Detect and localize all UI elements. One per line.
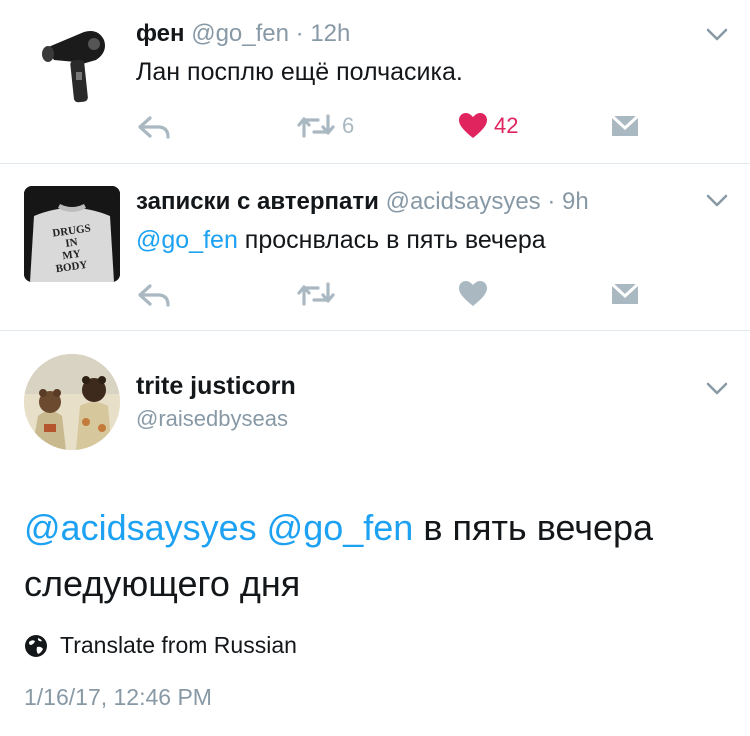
avatar[interactable] [24,14,120,110]
tweet-2[interactable]: DRUGS IN MY BODY записки с автерпати @ac… [0,164,750,330]
detail-text-line2: следующего дня [24,563,301,604]
tweet-timestamp: 1/16/17, 12:46 PM [24,684,212,710]
retweet-button[interactable]: 6 [296,110,354,142]
tweet-text: Лан посплю ещё полчасика. [136,58,463,86]
tweet-text-content: проснвлась в пять вечера [244,226,546,254]
tweet-header: фен @go_fen · 12h [136,20,350,48]
display-name[interactable]: фен [136,20,185,47]
globe-icon [25,634,47,657]
detail-tweet-text: @acidsaysyes @go_fen в пять вечера следу… [24,500,724,612]
separator-dot: · [295,20,304,47]
dm-button[interactable] [610,110,640,142]
heart-icon [459,113,487,138]
translate-button[interactable]: Translate from Russian [24,632,297,659]
chevron-down-icon[interactable] [706,28,728,42]
heart-icon [459,281,487,306]
detail-name[interactable]: trite justicorn [136,372,296,401]
tweet-header: записки с автерпати @acidsaysyes · 9h [136,188,589,216]
retweet-count: 6 [342,113,355,138]
reply-button[interactable] [136,110,172,142]
dm-icon [610,114,640,136]
retweet-icon [297,282,335,306]
bear-astronauts-avatar-icon [24,354,120,450]
reply-icon [138,284,170,307]
avatar[interactable] [24,354,120,450]
dm-button[interactable] [610,278,640,310]
tweet-text: @go_fen проснвлась в пять вечера [136,226,546,255]
shirt-avatar-icon: DRUGS IN MY BODY [24,186,120,282]
dm-icon [610,282,640,304]
avatar[interactable]: DRUGS IN MY BODY [24,186,120,282]
tweet-time: 12h [310,20,351,47]
retweet-icon [297,114,335,138]
tweet-time: 9h [562,188,589,215]
mention-link[interactable]: @acidsaysyes [24,507,257,548]
reply-icon [138,116,170,139]
hair-dryer-icon [42,31,105,103]
mention-link[interactable]: @go_fen [136,226,238,254]
translate-label: Translate from Russian [60,632,297,658]
reply-button[interactable] [136,278,172,310]
like-button[interactable]: 42 [458,110,518,142]
retweet-button[interactable] [296,278,336,310]
separator-dot: · [547,188,556,215]
mention-link[interactable]: @go_fen [267,507,414,548]
detail-username[interactable]: @raisedbyseas [136,406,288,432]
divider [0,330,750,331]
detail-text-line1: в пять вечера [423,507,654,548]
username[interactable]: @acidsaysyes [386,188,541,215]
like-count: 42 [494,113,519,138]
username[interactable]: @go_fen [191,20,289,47]
chevron-down-icon[interactable] [706,194,728,208]
display-name[interactable]: записки с автерпати [136,188,379,215]
chevron-down-icon[interactable] [706,382,728,396]
like-button[interactable] [458,278,488,310]
tweet-1[interactable]: фен @go_fen · 12h Лан посплю ещё полчаси… [0,0,750,163]
